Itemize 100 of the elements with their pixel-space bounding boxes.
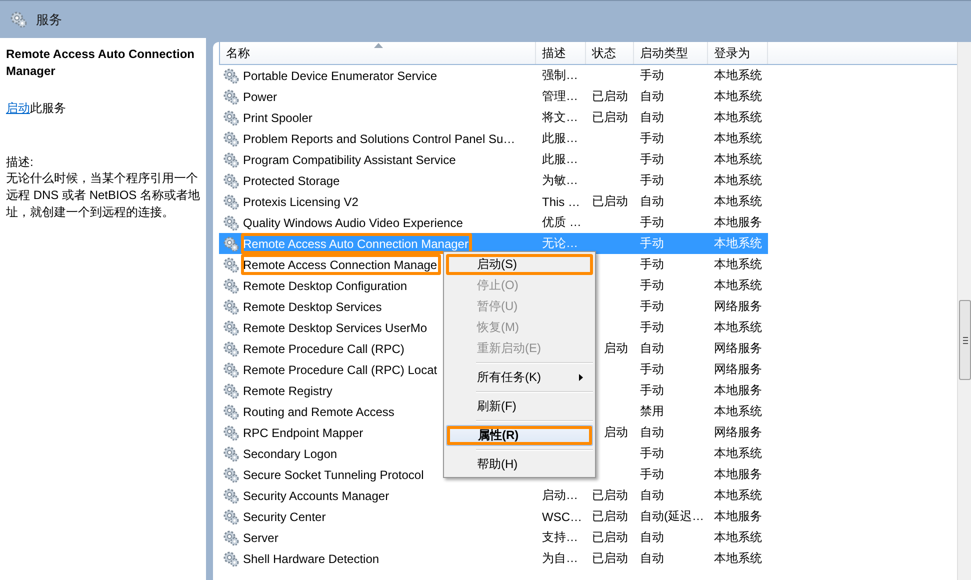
startup-type-cell: 手动 [640,361,664,378]
gear-icon [223,278,239,294]
startup-type-cell: 手动 [640,151,664,168]
status-cell: 已启动 [592,193,628,210]
sort-arrow-icon [374,43,382,48]
startup-type-cell: 手动 [640,298,664,315]
menu-item[interactable]: 帮助(H) [446,454,593,475]
service-name-cell[interactable]: Remote Procedure Call (RPC) [241,338,408,359]
log-on-as-cell: 本地系统 [714,319,762,336]
description-cell: 支持… [542,529,578,546]
gear-icon [223,488,239,504]
service-name-cell[interactable]: RPC Endpoint Mapper [241,422,368,443]
log-on-as-cell: 本地服务 [714,508,762,525]
service-name-cell[interactable]: Power [241,86,282,107]
gear-icon [223,530,239,546]
gear-icon [223,68,239,84]
startup-type-cell: 手动 [640,445,664,462]
service-name-cell[interactable]: Remote Access Connection Manage [241,254,442,275]
service-name-cell[interactable]: Remote Desktop Services [241,296,386,317]
description-cell: 为自… [542,550,578,567]
service-name-cell[interactable]: Quality Windows Audio Video Experience [241,212,467,233]
service-name-cell[interactable]: Remote Procedure Call (RPC) Locat [241,359,442,380]
service-name-cell[interactable]: Security Accounts Manager [241,485,394,506]
services-icon [10,11,27,28]
service-name-cell[interactable]: Security Center [241,506,330,527]
startup-type-cell: 手动 [640,277,664,294]
column-header[interactable]: 启动类型 [634,42,708,64]
service-name-cell[interactable]: Portable Device Enumerator Service [241,65,442,86]
startup-type-cell: 自动 [640,109,664,126]
startup-type-cell: 手动 [640,256,664,273]
gear-icon [223,362,239,378]
gear-icon [223,550,239,566]
menu-item[interactable]: 刷新(F) [446,396,593,417]
status-cell: 已启动 [592,508,628,525]
service-name-cell[interactable]: Protexis Licensing V2 [241,191,362,212]
description-cell: 此服… [542,130,578,147]
column-header[interactable]: 状态 [586,42,634,64]
menu-item[interactable]: 属性(R) [446,425,593,446]
log-on-as-cell: 本地系统 [714,151,762,168]
startup-type-cell: 自动 [640,487,664,504]
log-on-as-cell: 本地系统 [714,256,762,273]
gear-icon [223,382,239,398]
gear-icon [223,88,239,104]
gear-icon [223,320,239,336]
column-header[interactable]: 描述 [536,42,586,64]
service-name: Remote Access Auto Connection Manager [6,46,196,80]
startup-type-cell: 手动 [640,172,664,189]
startup-type-cell: 手动 [640,382,664,399]
log-on-as-cell: 本地系统 [714,172,762,189]
log-on-as-cell: 本地系统 [714,109,762,126]
service-name-cell[interactable]: Remote Registry [241,380,336,401]
vertical-scrollbar[interactable] [957,42,971,580]
log-on-as-cell: 本地服务 [714,214,762,231]
service-name-cell[interactable]: Shell Hardware Detection [241,548,384,569]
service-name-cell[interactable]: Server [241,527,282,548]
log-on-as-cell: 网络服务 [714,361,762,378]
description-cell: 将文… [542,109,578,126]
status-cell: 已启动 [592,487,628,504]
gear-icon [223,214,239,230]
gear-icon [223,446,239,462]
gear-icon [223,298,239,314]
startup-type-cell: 自动 [640,424,664,441]
log-on-as-cell: 本地系统 [714,130,762,147]
service-name-cell[interactable]: Print Spooler [241,107,316,128]
service-name-cell[interactable]: Remote Desktop Services UserMo [241,317,432,338]
column-header[interactable]: 名称 [219,42,536,64]
log-on-as-cell: 网络服务 [714,340,762,357]
service-name-cell[interactable]: Secure Socket Tunneling Protocol [241,464,428,485]
description-cell: 管理… [542,88,578,105]
description-cell: 无论… [542,235,578,252]
description-text: 无论什么时候，当某个程序引用一个远程 DNS 或者 NetBIOS 名称或者地址，就创建一个到远程的连接。 [6,170,202,221]
startup-type-cell: 手动 [640,319,664,336]
log-on-as-cell: 本地系统 [714,487,762,504]
status-cell: 已启动 [592,529,628,546]
service-name-cell[interactable]: Routing and Remote Access [241,401,398,422]
window-title: 服务 [36,10,62,28]
service-name-cell[interactable]: Remote Desktop Configuration [241,275,412,296]
start-service-link[interactable]: 启动 [6,101,30,115]
gear-icon [223,256,239,272]
description-cell: This … [542,194,580,208]
startup-type-cell: 手动 [640,235,664,252]
menu-item[interactable]: 所有任务(K) [446,367,593,388]
log-on-as-cell: 本地系统 [714,235,762,252]
startup-type-cell: 自动 [640,193,664,210]
status-cell: 已启动 [592,109,628,126]
gear-icon [223,340,239,356]
service-name-cell[interactable]: Secondary Logon [241,443,342,464]
service-name-cell[interactable]: Protected Storage [241,170,344,191]
status-cell: 已启动 [592,88,628,105]
submenu-arrow-icon [579,374,583,381]
service-name-cell[interactable]: Program Compatibility Assistant Service [241,149,460,170]
menu-item[interactable]: 启动(S) [446,254,593,275]
scrollbar-thumb[interactable] [959,300,971,380]
description-cell: 强制… [542,67,578,84]
startup-type-cell: 自动 [640,550,664,567]
column-header[interactable]: 登录为 [708,42,768,64]
log-on-as-cell: 网络服务 [714,424,762,441]
log-on-as-cell: 本地服务 [714,466,762,483]
service-name-cell[interactable]: Problem Reports and Solutions Control Panel Su… [241,128,520,149]
status-cell: 已启动 [592,550,628,567]
